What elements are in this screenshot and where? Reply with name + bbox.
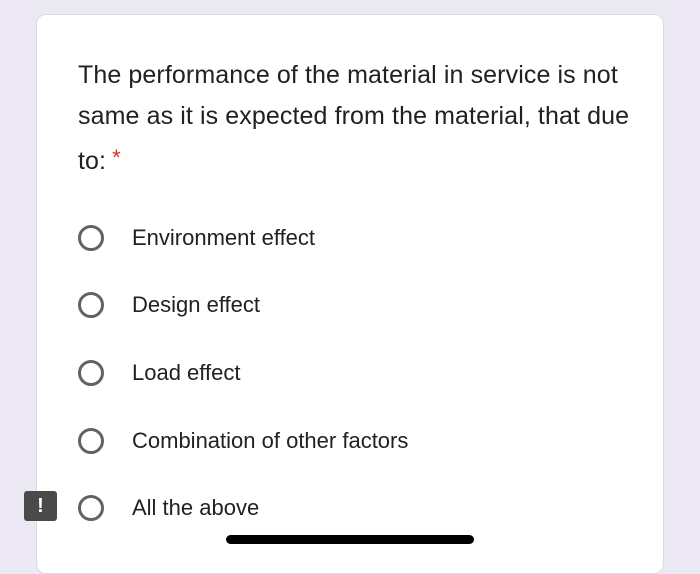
radio-button[interactable] (78, 360, 104, 386)
radio-button[interactable] (78, 495, 104, 521)
option-environment-effect[interactable]: Environment effect (78, 220, 315, 256)
option-label: Load effect (132, 360, 241, 385)
option-all-the-above[interactable]: All the above (78, 490, 259, 526)
home-indicator-bar[interactable] (226, 535, 474, 544)
alert-icon: ! (37, 495, 44, 517)
feedback-button[interactable]: ! (24, 491, 57, 521)
option-label: Design effect (132, 292, 261, 317)
option-combination-of-other-factors[interactable]: Combination of other factors (78, 423, 408, 459)
question-title: The performance of the material in servi… (78, 61, 630, 175)
option-label: Combination of other factors (132, 428, 409, 453)
question-text: The performance of the material in servi… (78, 55, 638, 182)
question-card: The performance of the material in servi… (36, 14, 664, 574)
option-load-effect[interactable]: Load effect (78, 355, 240, 391)
option-design-effect[interactable]: Design effect (78, 287, 260, 323)
required-asterisk: * (112, 145, 121, 170)
option-label: All the above (132, 495, 260, 520)
radio-button[interactable] (78, 225, 104, 251)
radio-button[interactable] (78, 292, 104, 318)
radio-button[interactable] (78, 428, 104, 454)
option-label: Environment effect (132, 225, 316, 250)
